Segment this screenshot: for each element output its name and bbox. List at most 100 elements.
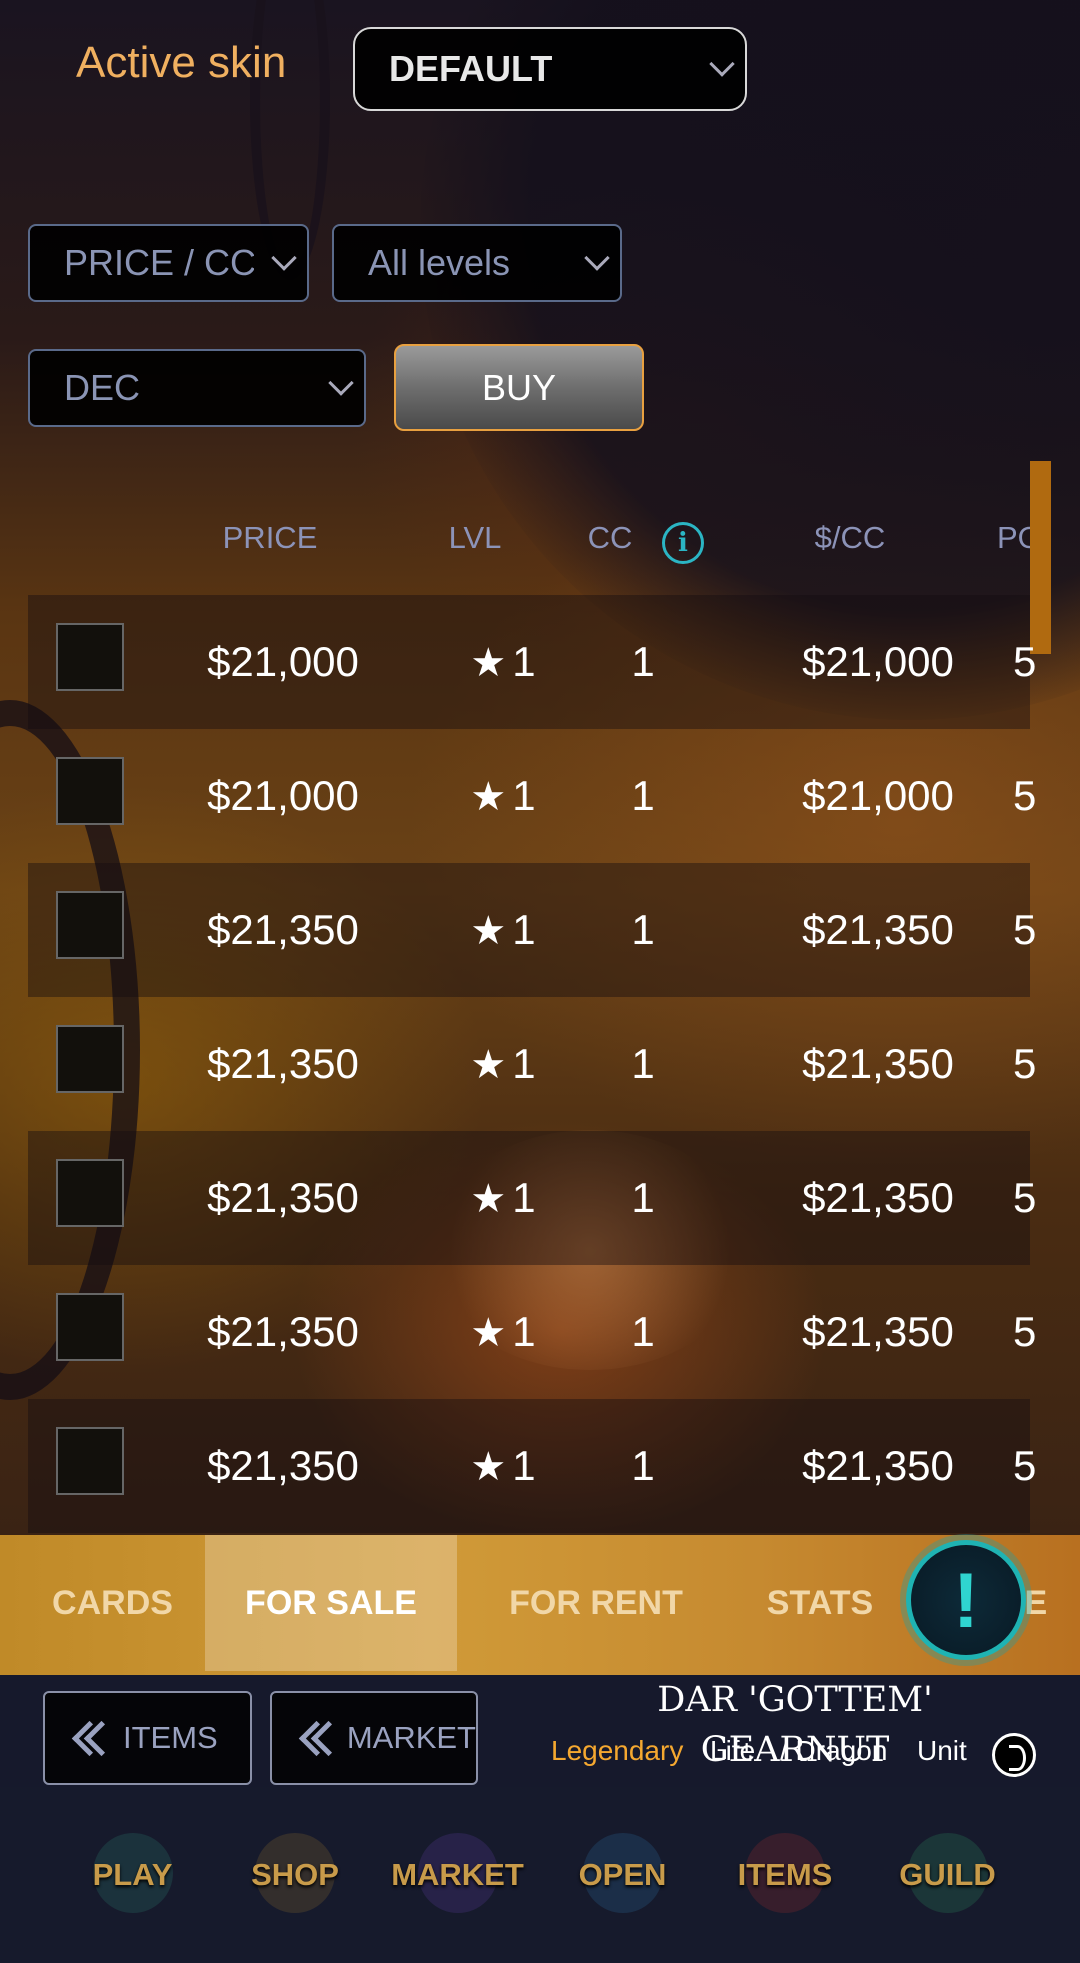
sort-select-value: PRICE / CC (64, 242, 254, 283)
row-price: $21,350 (207, 1308, 359, 1355)
row-level: ★ 1 (470, 1174, 536, 1221)
row-cc: 1 (631, 638, 655, 685)
row-po: 5 (1013, 638, 1037, 685)
row-price: $21,350 (207, 1040, 359, 1087)
row-price: $21,350 (207, 1174, 359, 1221)
nav-play-label: PLAY (92, 1857, 173, 1892)
row-level: ★ 1 (470, 1040, 536, 1087)
nav-market-label: MARKET (391, 1857, 524, 1892)
chevron-down-icon (271, 245, 297, 271)
star-icon: ★ (470, 909, 507, 953)
row-checkbox[interactable] (56, 1293, 124, 1361)
row-price-per-cc: $21,350 (802, 1442, 954, 1489)
nav-shop-label: SHOP (251, 1857, 339, 1892)
row-price: $21,350 (207, 1442, 359, 1489)
row-price-per-cc: $21,000 (802, 772, 954, 819)
table-row[interactable]: $21,000 ★ 1 1 $21,000 5 (28, 729, 1036, 863)
table-row[interactable]: $21,350 ★ 1 1 $21,350 5 (28, 1399, 1036, 1533)
table-row[interactable]: $21,350 ★ 1 1 $21,350 5 (28, 1265, 1036, 1399)
row-cc: 1 (631, 906, 655, 953)
row-price: $21,350 (207, 906, 359, 953)
nav-open-label: OPEN (578, 1857, 667, 1892)
level-select[interactable]: All levels (332, 224, 622, 302)
row-level: ★ 1 (470, 1442, 536, 1489)
chevron-down-icon (709, 51, 735, 77)
row-checkbox[interactable] (56, 623, 124, 691)
double-chevron-left-icon (298, 1718, 341, 1758)
row-cc: 1 (631, 772, 655, 819)
skin-select-value: DEFAULT (389, 48, 553, 89)
row-price-per-cc: $21,350 (802, 1174, 954, 1221)
nav-shop[interactable]: SHOP (230, 1787, 360, 1963)
row-cc: 1 (631, 1174, 655, 1221)
nav-open[interactable]: OPEN (560, 1787, 685, 1963)
tab-for-sale[interactable]: FOR SALE (205, 1535, 457, 1671)
nav-market[interactable]: MARKET (385, 1787, 530, 1963)
alert-icon[interactable]: ! (906, 1540, 1026, 1660)
back-to-market-label: MARKET (346, 1720, 476, 1755)
nav-items-label: ITEMS (737, 1857, 833, 1892)
info-icon[interactable]: i (662, 522, 704, 564)
column-header-lvl[interactable]: LVL (430, 520, 520, 556)
row-checkbox[interactable] (56, 1427, 124, 1495)
sort-select[interactable]: PRICE / CC (28, 224, 309, 302)
row-checkbox[interactable] (56, 891, 124, 959)
row-po: 5 (1013, 906, 1037, 953)
order-select[interactable]: DEC (28, 349, 366, 427)
row-po: 5 (1013, 772, 1037, 819)
chevron-down-icon (328, 370, 354, 396)
row-price: $21,000 (207, 638, 359, 685)
row-po: 5 (1013, 1174, 1037, 1221)
table-row[interactable]: $21,350 ★ 1 1 $21,350 5 (28, 997, 1036, 1131)
star-icon: ★ (470, 1311, 507, 1355)
row-price-per-cc: $21,350 (802, 1308, 954, 1355)
tab-for-rent[interactable]: FOR RENT (485, 1535, 707, 1671)
row-cc: 1 (631, 1308, 655, 1355)
card-type: / Dragon (780, 1735, 888, 1766)
row-price-per-cc: $21,350 (802, 1040, 954, 1087)
order-select-value: DEC (64, 367, 141, 408)
table-row[interactable]: $21,350 ★ 1 1 $21,350 5 (28, 1131, 1036, 1265)
row-checkbox[interactable] (56, 1159, 124, 1227)
back-to-market-button[interactable]: MARKET (270, 1691, 478, 1785)
card-name: DAR 'GOTTEM' GEARNUT (657, 1680, 933, 1770)
star-icon: ★ (470, 1043, 507, 1087)
bottom-navigation: PLAY SHOP MARKET OPEN ITEMS GUILD (0, 1787, 1080, 1963)
double-chevron-left-icon (71, 1718, 117, 1758)
skin-select[interactable]: DEFAULT (353, 27, 747, 111)
card-rarity: Legendary (551, 1735, 684, 1766)
nav-guild-label: GUILD (899, 1857, 996, 1892)
column-header-price-per-cc[interactable]: $/CC (790, 520, 910, 556)
row-po: 5 (1013, 1040, 1037, 1087)
table-row[interactable]: $21,000 ★ 1 1 $21,000 5 (28, 595, 1036, 729)
table-row[interactable]: $21,350 ★ 1 1 $21,350 5 (28, 863, 1036, 997)
nav-items[interactable]: ITEMS (720, 1787, 850, 1963)
active-skin-label: Active skin (76, 38, 287, 87)
row-po: 5 (1013, 1308, 1037, 1355)
level-select-value: All levels (368, 242, 511, 283)
column-header-cc[interactable]: CC (575, 520, 645, 556)
row-price: $21,000 (207, 772, 359, 819)
listings-table: $21,000 ★ 1 1 $21,000 5 $21,000 ★ 1 1 $21,… (28, 595, 1036, 1533)
card-element: Life (710, 1735, 756, 1766)
row-checkbox[interactable] (56, 1025, 124, 1093)
nav-play[interactable]: PLAY (70, 1787, 195, 1963)
row-checkbox[interactable] (56, 757, 124, 825)
row-level: ★ 1 (470, 906, 536, 953)
column-header-price[interactable]: PRICE (200, 520, 340, 556)
star-icon: ★ (470, 641, 507, 685)
tab-stats[interactable]: STATS (745, 1535, 895, 1671)
card-kind: Unit (917, 1735, 967, 1766)
row-level: ★ 1 (470, 1308, 536, 1355)
back-to-items-button[interactable]: ITEMS (43, 1691, 252, 1785)
row-level: ★ 1 (470, 772, 536, 819)
card-detail-icon[interactable] (992, 1733, 1036, 1777)
star-icon: ★ (470, 1445, 507, 1489)
row-price-per-cc: $21,000 (802, 638, 954, 685)
row-po: 5 (1013, 1442, 1037, 1489)
nav-guild[interactable]: GUILD (880, 1787, 1015, 1963)
chevron-down-icon (584, 245, 610, 271)
column-header-po[interactable]: PO (997, 520, 1030, 556)
buy-button[interactable]: BUY (394, 344, 644, 431)
tab-cards[interactable]: CARDS (30, 1535, 195, 1671)
